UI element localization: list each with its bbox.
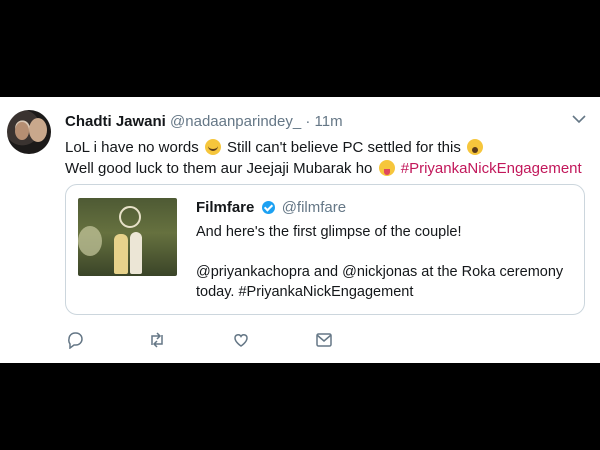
quoted-line-3: today. #PriyankaNickEngagement	[196, 284, 414, 300]
quoted-tweet-header: Filmfare @filmfare	[196, 199, 346, 216]
tweet-line-2: Well good luck to them aur Jeejaji Mubar…	[65, 158, 585, 179]
tweet-header: Chadti Jawani @nadaanparindey_ · 11m	[65, 113, 343, 130]
text-segment: Still can't believe PC settled for this	[227, 139, 461, 156]
timestamp[interactable]: 11m	[315, 113, 343, 130]
tweet-text: LoL i have no words Still can't believe …	[65, 137, 585, 179]
chevron-down-icon[interactable]	[572, 114, 586, 124]
quoted-tweet-text: And here's the first glimpse of the coup…	[196, 222, 576, 302]
tweet-line-1: LoL i have no words Still can't believe …	[65, 137, 585, 158]
quoted-tweet[interactable]: Filmfare @filmfare And here's the first …	[65, 184, 585, 315]
quoted-line-2: @priyankachopra and @nickjonas at the Ro…	[196, 264, 564, 280]
separator-dot: ·	[305, 113, 311, 130]
verified-badge-icon	[261, 201, 275, 214]
tongue-out-emoji-icon	[378, 160, 395, 176]
like-icon[interactable]	[232, 331, 250, 349]
quoted-line-1: And here's the first glimpse of the coup…	[196, 224, 462, 240]
author-name[interactable]: Chadti Jawani	[65, 113, 166, 130]
message-icon[interactable]	[315, 331, 333, 349]
tweet-actions	[66, 331, 366, 351]
quoted-author-handle[interactable]: @filmfare	[282, 199, 346, 216]
astonished-emoji-icon	[467, 139, 484, 155]
text-segment: Well good luck to them aur Jeejaji Mubar…	[65, 160, 373, 177]
quoted-author-name[interactable]: Filmfare	[196, 199, 254, 216]
crying-laughing-emoji-icon	[204, 139, 221, 155]
quoted-tweet-image[interactable]	[78, 198, 177, 276]
reply-icon[interactable]	[66, 331, 84, 349]
text-segment: LoL i have no words	[65, 139, 199, 156]
hashtag-link[interactable]: #PriyankaNickEngagement	[401, 160, 582, 177]
avatar[interactable]	[7, 110, 51, 154]
tweet-card: Chadti Jawani @nadaanparindey_ · 11m LoL…	[0, 97, 600, 363]
retweet-icon[interactable]	[148, 331, 166, 349]
author-handle[interactable]: @nadaanparindey_	[170, 113, 301, 130]
